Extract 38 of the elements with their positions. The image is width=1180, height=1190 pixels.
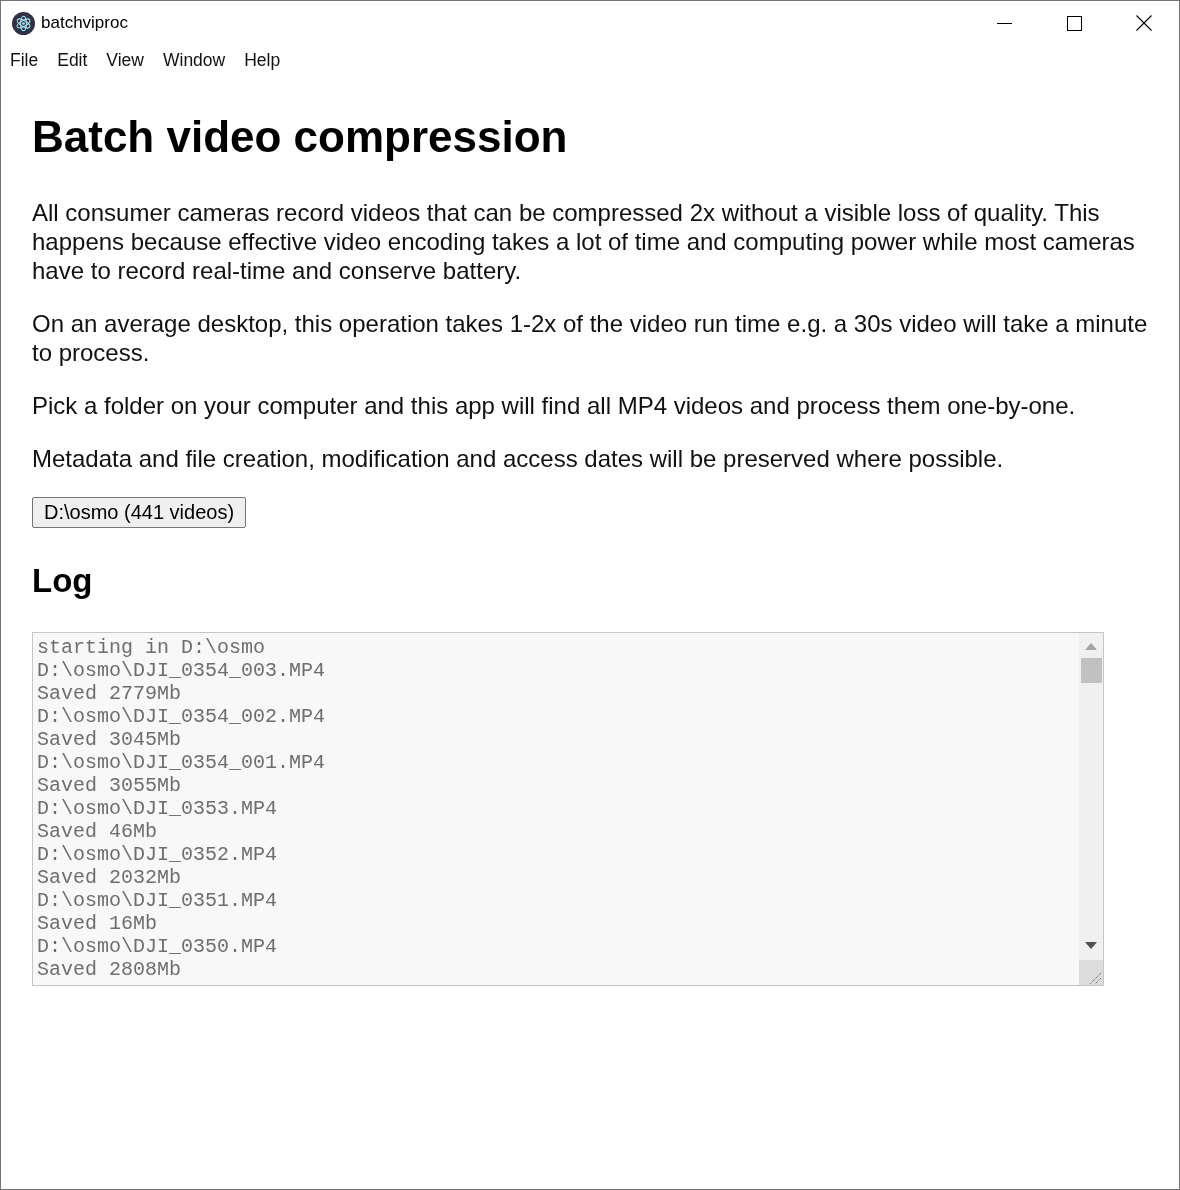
description-paragraph: Metadata and file creation, modification and access dates will be preserved where possible.	[32, 444, 1005, 473]
menu-item[interactable]: Edit	[57, 50, 88, 71]
log-line: Saved 2779Mb	[37, 682, 182, 705]
log-line: D:\osmo\DJI_0352.MP4	[37, 843, 278, 866]
atom-icon	[12, 11, 35, 35]
maximize-icon[interactable]	[1066, 15, 1082, 31]
log-line: D:\osmo\DJI_0350.MP4	[37, 935, 278, 958]
log-line: Saved 3055Mb	[37, 774, 182, 797]
scroll-up-arrow-icon[interactable]	[1085, 643, 1097, 650]
scroll-down-arrow-icon[interactable]	[1085, 942, 1097, 949]
log-line: D:\osmo\DJI_0351.MP4	[37, 889, 278, 912]
minimize-icon[interactable]	[996, 22, 1012, 24]
close-icon[interactable]	[1136, 15, 1152, 31]
folder-button[interactable]: D:\osmo (441 videos)	[32, 497, 247, 528]
log-heading: Log	[32, 561, 94, 601]
menu-item[interactable]: Window	[163, 50, 226, 71]
description-paragraph: On an average desktop, this operation takes 1-2x of the video run time e.g. a 30s video will take a minute to process.	[32, 309, 1149, 367]
menu-item[interactable]: Help	[244, 50, 281, 71]
log-line: starting in D:\osmo	[37, 636, 266, 659]
log-line: D:\osmo\DJI_0353.MP4	[37, 797, 278, 820]
log-textarea[interactable]	[32, 632, 1104, 986]
window-title: batchviproc	[41, 13, 128, 33]
page-title: Batch video compression	[32, 111, 569, 163]
log-line: Saved 2808Mb	[37, 958, 182, 981]
description-paragraph: All consumer cameras record videos that can be compressed 2x without a visible loss of quality. This happens because effective video encoding takes a lot of time and computing power while most cameras have to record real-time and conserve battery.	[32, 198, 1136, 285]
log-line: D:\osmo\DJI_0354_002.MP4	[37, 705, 326, 728]
log-line: Saved 46Mb	[37, 820, 158, 843]
description-paragraph: Pick a folder on your computer and this app will find all MP4 videos and process them one-by-one.	[32, 391, 1077, 420]
scrollbar-thumb[interactable]	[1080, 658, 1102, 683]
log-line: Saved 16Mb	[37, 912, 158, 935]
menu-item[interactable]: View	[106, 50, 144, 71]
scrollbar[interactable]	[1079, 633, 1103, 960]
resize-grip-icon[interactable]	[1079, 960, 1103, 985]
log-line: Saved 3045Mb	[37, 728, 182, 751]
log-line: D:\osmo\DJI_0354_001.MP4	[37, 751, 326, 774]
menu-item[interactable]: File	[10, 50, 39, 71]
log-line: D:\osmo\DJI_0354_003.MP4	[37, 659, 326, 682]
log-line: Saved 2032Mb	[37, 866, 182, 889]
